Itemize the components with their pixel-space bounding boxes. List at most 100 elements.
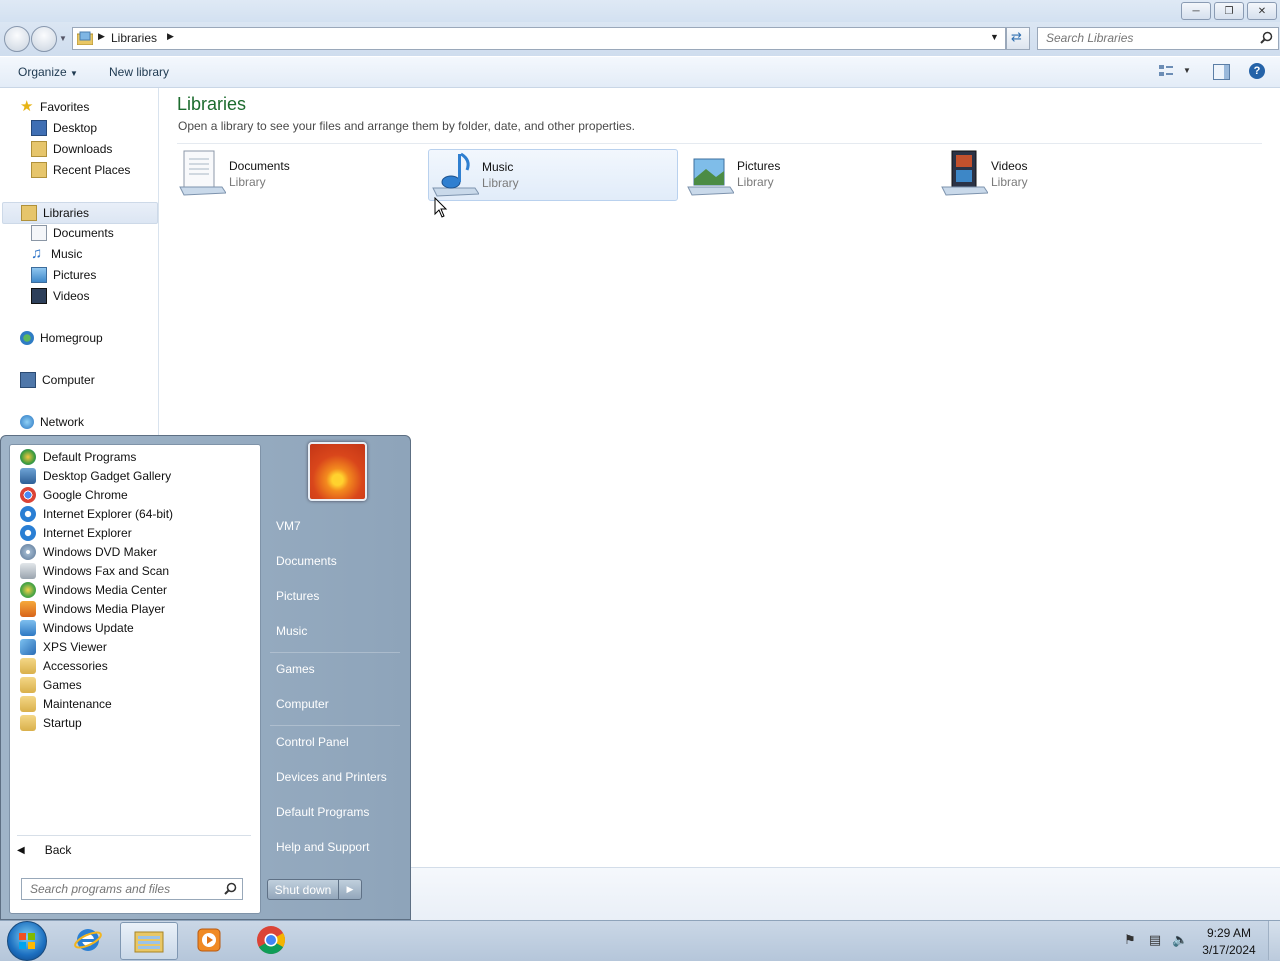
- breadcrumb-libraries[interactable]: Libraries: [111, 31, 157, 45]
- windows-media-player-icon: [197, 928, 221, 952]
- program-item[interactable]: Windows Media Center: [20, 580, 167, 599]
- refresh-button[interactable]: ⇄: [1006, 27, 1030, 50]
- program-folder[interactable]: Maintenance: [20, 694, 112, 713]
- show-desktop-button[interactable]: [1268, 921, 1280, 960]
- dvd-maker-icon: [20, 543, 36, 560]
- address-dropdown-icon[interactable]: ▼: [990, 32, 999, 42]
- action-center-flag-icon[interactable]: ⚑: [1122, 932, 1138, 948]
- search-icon[interactable]: [224, 882, 237, 895]
- nav-homegroup[interactable]: Homegroup: [20, 328, 103, 348]
- start-link-documents[interactable]: Documents: [276, 554, 337, 568]
- nav-pictures[interactable]: Pictures: [31, 265, 96, 285]
- system-clock[interactable]: 9:29 AM 3/17/2024: [1194, 925, 1264, 959]
- change-view-icon[interactable]: [1158, 64, 1174, 78]
- taskbar-windows-explorer[interactable]: [120, 922, 178, 960]
- volume-muted-icon[interactable]: 🔈: [1172, 932, 1188, 948]
- start-link-games[interactable]: Games: [276, 662, 315, 676]
- taskbar-windows-media-player[interactable]: [181, 922, 237, 958]
- start-search-box[interactable]: [21, 878, 243, 900]
- pictures-library-icon: [687, 158, 734, 196]
- program-folder[interactable]: Games: [20, 675, 82, 694]
- program-item[interactable]: Google Chrome: [20, 485, 128, 504]
- nav-desktop[interactable]: Desktop: [31, 118, 97, 138]
- library-pictures[interactable]: Pictures Library: [684, 149, 932, 199]
- nav-music[interactable]: ♫ Music: [31, 244, 82, 264]
- start-link-computer[interactable]: Computer: [276, 697, 329, 711]
- start-link-music[interactable]: Music: [276, 624, 307, 638]
- start-link-user[interactable]: VM7: [276, 519, 301, 533]
- media-center-icon: [20, 581, 36, 598]
- back-label: Back: [44, 843, 72, 857]
- shutdown-options-button[interactable]: ▶: [338, 879, 362, 900]
- library-name: Documents: [229, 159, 290, 173]
- default-programs-icon: [20, 448, 36, 465]
- minimize-button[interactable]: ─: [1181, 2, 1211, 20]
- nav-libraries[interactable]: Libraries: [2, 202, 158, 224]
- internet-explorer-icon: [20, 524, 36, 541]
- windows-update-icon: [20, 619, 36, 636]
- new-library-button[interactable]: New library: [109, 65, 169, 79]
- start-link-help-support[interactable]: Help and Support: [276, 840, 369, 854]
- start-link-pictures[interactable]: Pictures: [276, 589, 319, 603]
- user-picture[interactable]: [308, 442, 367, 501]
- recent-places-icon: [31, 162, 47, 178]
- nav-recent-places[interactable]: Recent Places: [31, 160, 130, 180]
- program-item[interactable]: Windows Update: [20, 618, 134, 637]
- start-search-input[interactable]: [28, 881, 222, 897]
- program-folder[interactable]: Startup: [20, 713, 82, 732]
- preview-pane-icon[interactable]: [1213, 64, 1230, 80]
- library-documents[interactable]: Documents Library: [176, 149, 424, 199]
- restore-button[interactable]: ❐: [1214, 2, 1244, 20]
- library-videos[interactable]: Videos Library: [938, 149, 1186, 199]
- organize-button[interactable]: Organize ▼: [18, 65, 78, 79]
- chevron-right-icon: ▶: [346, 884, 354, 894]
- library-music[interactable]: Music Library: [428, 149, 678, 201]
- program-item[interactable]: Internet Explorer: [20, 523, 132, 542]
- program-item[interactable]: Windows DVD Maker: [20, 542, 157, 561]
- nav-videos[interactable]: Videos: [31, 286, 89, 306]
- folder-icon: [20, 695, 36, 712]
- back-button[interactable]: ◀ Back: [17, 840, 71, 860]
- network-status-icon[interactable]: ▤: [1147, 932, 1163, 948]
- music-library-icon: [432, 152, 479, 197]
- minimize-icon: ─: [1192, 5, 1200, 17]
- start-link-default-programs[interactable]: Default Programs: [276, 805, 369, 819]
- recent-pages-dropdown[interactable]: ▼: [59, 34, 67, 43]
- program-item[interactable]: Default Programs: [20, 447, 136, 466]
- refresh-icon: ⇄: [1011, 29, 1022, 44]
- search-icon[interactable]: [1260, 31, 1273, 44]
- nav-network[interactable]: Network: [20, 412, 84, 432]
- program-item[interactable]: Internet Explorer (64-bit): [20, 504, 173, 523]
- library-type: Library: [482, 176, 519, 190]
- program-item[interactable]: Desktop Gadget Gallery: [20, 466, 171, 485]
- program-item[interactable]: Windows Media Player: [20, 599, 165, 618]
- shutdown-button[interactable]: Shut down: [267, 879, 339, 900]
- program-item[interactable]: Windows Fax and Scan: [20, 561, 169, 580]
- nav-documents[interactable]: Documents: [31, 223, 114, 243]
- close-button[interactable]: ✕: [1247, 2, 1277, 20]
- divider: [270, 652, 400, 653]
- breadcrumb-chevron-icon[interactable]: ▶: [167, 31, 174, 42]
- view-dropdown-icon[interactable]: ▼: [1183, 66, 1191, 75]
- search-box[interactable]: [1037, 27, 1279, 50]
- taskbar-internet-explorer[interactable]: [60, 922, 116, 958]
- forward-button[interactable]: [31, 26, 57, 52]
- nav-computer[interactable]: Computer: [20, 370, 95, 390]
- xps-viewer-icon: [20, 638, 36, 655]
- start-link-control-panel[interactable]: Control Panel: [276, 735, 349, 749]
- nav-downloads[interactable]: Downloads: [31, 139, 112, 159]
- library-type: Library: [229, 175, 266, 189]
- start-link-devices-printers[interactable]: Devices and Printers: [276, 770, 387, 784]
- library-name: Pictures: [737, 159, 781, 173]
- nav-favorites[interactable]: ★ Favorites: [20, 97, 89, 117]
- clock-date: 3/17/2024: [1202, 943, 1256, 957]
- help-icon[interactable]: ?: [1249, 63, 1265, 79]
- start-button[interactable]: [7, 921, 47, 961]
- taskbar-google-chrome[interactable]: [243, 922, 299, 958]
- search-input[interactable]: [1044, 30, 1253, 46]
- back-button[interactable]: [4, 26, 30, 52]
- program-folder[interactable]: Accessories: [20, 656, 108, 675]
- library-type: Library: [991, 175, 1028, 189]
- program-item[interactable]: XPS Viewer: [20, 637, 107, 656]
- address-bar[interactable]: ▶ Libraries ▶ ▼: [72, 27, 1006, 50]
